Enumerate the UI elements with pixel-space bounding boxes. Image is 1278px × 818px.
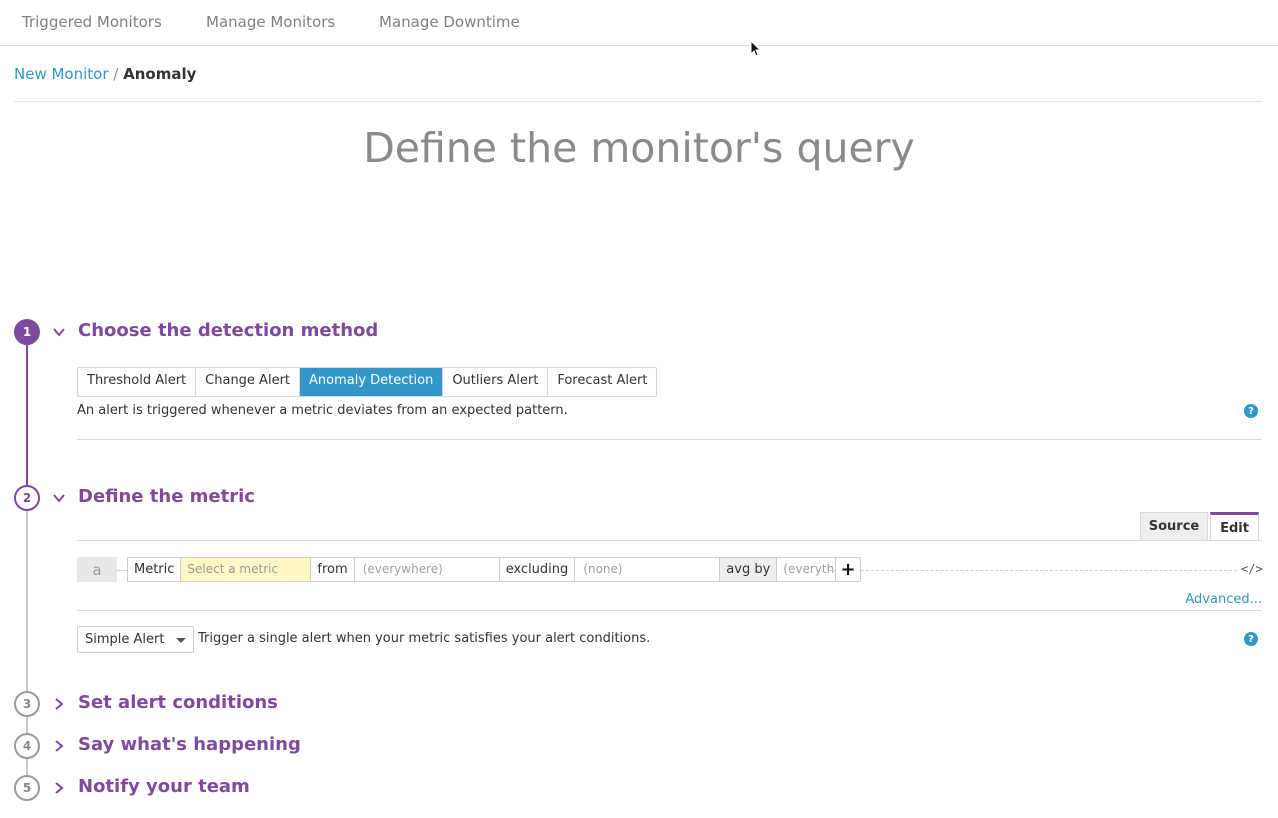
alert-type-description: Trigger a single alert when your metric … <box>198 631 651 646</box>
code-icon[interactable]: </> <box>1241 562 1263 576</box>
chevron-right-icon[interactable] <box>51 780 67 796</box>
metric-query-editor: Metric Select a metric from (everywhere)… <box>127 557 861 582</box>
step-4-title[interactable]: Say what's happening <box>78 734 301 755</box>
advanced-link[interactable]: Advanced... <box>1185 592 1262 607</box>
step-line-complete <box>26 344 28 485</box>
excluding-label: excluding <box>499 558 576 581</box>
chevron-down-icon[interactable] <box>51 490 67 506</box>
breadcrumb-separator: / <box>113 65 119 83</box>
chevron-right-icon[interactable] <box>51 738 67 754</box>
detection-method-tabs: Threshold Alert Change Alert Anomaly Det… <box>77 367 658 397</box>
detection-description: An alert is triggered whenever a metric … <box>77 403 568 418</box>
metric-label: Metric <box>128 558 182 581</box>
help-icon[interactable]: ? <box>1244 632 1258 646</box>
step-5-number: 5 <box>14 775 40 801</box>
step-4-number: 4 <box>14 733 40 759</box>
caret-down-icon <box>176 638 186 643</box>
step-5-title[interactable]: Notify your team <box>78 776 250 797</box>
tab-anomaly-detection[interactable]: Anomaly Detection <box>300 368 444 396</box>
metric-input[interactable]: Select a metric <box>181 558 312 581</box>
nav-triggered-monitors[interactable]: Triggered Monitors <box>22 13 162 31</box>
connector-line <box>117 570 127 572</box>
divider <box>14 101 1262 102</box>
top-nav: Triggered Monitors Manage Monitors Manag… <box>0 0 1278 46</box>
avg-by-label: avg by <box>720 558 778 581</box>
alert-type-value: Simple Alert <box>85 632 165 647</box>
step-1-title[interactable]: Choose the detection method <box>78 320 378 341</box>
connector-line <box>861 570 1237 572</box>
chevron-right-icon[interactable] <box>51 696 67 712</box>
step-line-pending <box>26 758 28 776</box>
breadcrumb-new-monitor[interactable]: New Monitor <box>14 65 109 83</box>
from-label: from <box>311 558 355 581</box>
from-input[interactable]: (everywhere) <box>355 558 500 581</box>
tab-source[interactable]: Source <box>1140 512 1208 541</box>
step-3-title[interactable]: Set alert conditions <box>78 692 278 713</box>
tab-forecast-alert[interactable]: Forecast Alert <box>548 368 656 396</box>
add-query-button[interactable]: + <box>835 557 861 582</box>
divider <box>77 540 1262 541</box>
page-title: Define the monitor's query <box>363 124 915 172</box>
step-2-number: 2 <box>14 485 40 511</box>
divider <box>77 610 1262 611</box>
nav-manage-downtime[interactable]: Manage Downtime <box>379 13 520 31</box>
excluding-input[interactable]: (none) <box>575 558 721 581</box>
tab-outliers-alert[interactable]: Outliers Alert <box>443 368 549 396</box>
step-line-pending <box>26 716 28 734</box>
tab-edit[interactable]: Edit <box>1210 512 1259 541</box>
step-2-title[interactable]: Define the metric <box>78 486 255 507</box>
divider <box>77 439 1262 440</box>
tab-threshold-alert[interactable]: Threshold Alert <box>78 368 197 396</box>
query-letter: a <box>77 557 117 582</box>
chevron-down-icon[interactable] <box>51 324 67 340</box>
breadcrumb: New Monitor / Anomaly <box>14 65 196 83</box>
step-3-number: 3 <box>14 691 40 717</box>
alert-type-select[interactable]: Simple Alert <box>77 626 194 653</box>
step-1-number: 1 <box>14 319 40 345</box>
tab-change-alert[interactable]: Change Alert <box>196 368 301 396</box>
breadcrumb-current: Anomaly <box>123 65 197 83</box>
nav-manage-monitors[interactable]: Manage Monitors <box>206 13 335 31</box>
help-icon[interactable]: ? <box>1244 404 1258 418</box>
step-line-pending <box>26 510 28 692</box>
